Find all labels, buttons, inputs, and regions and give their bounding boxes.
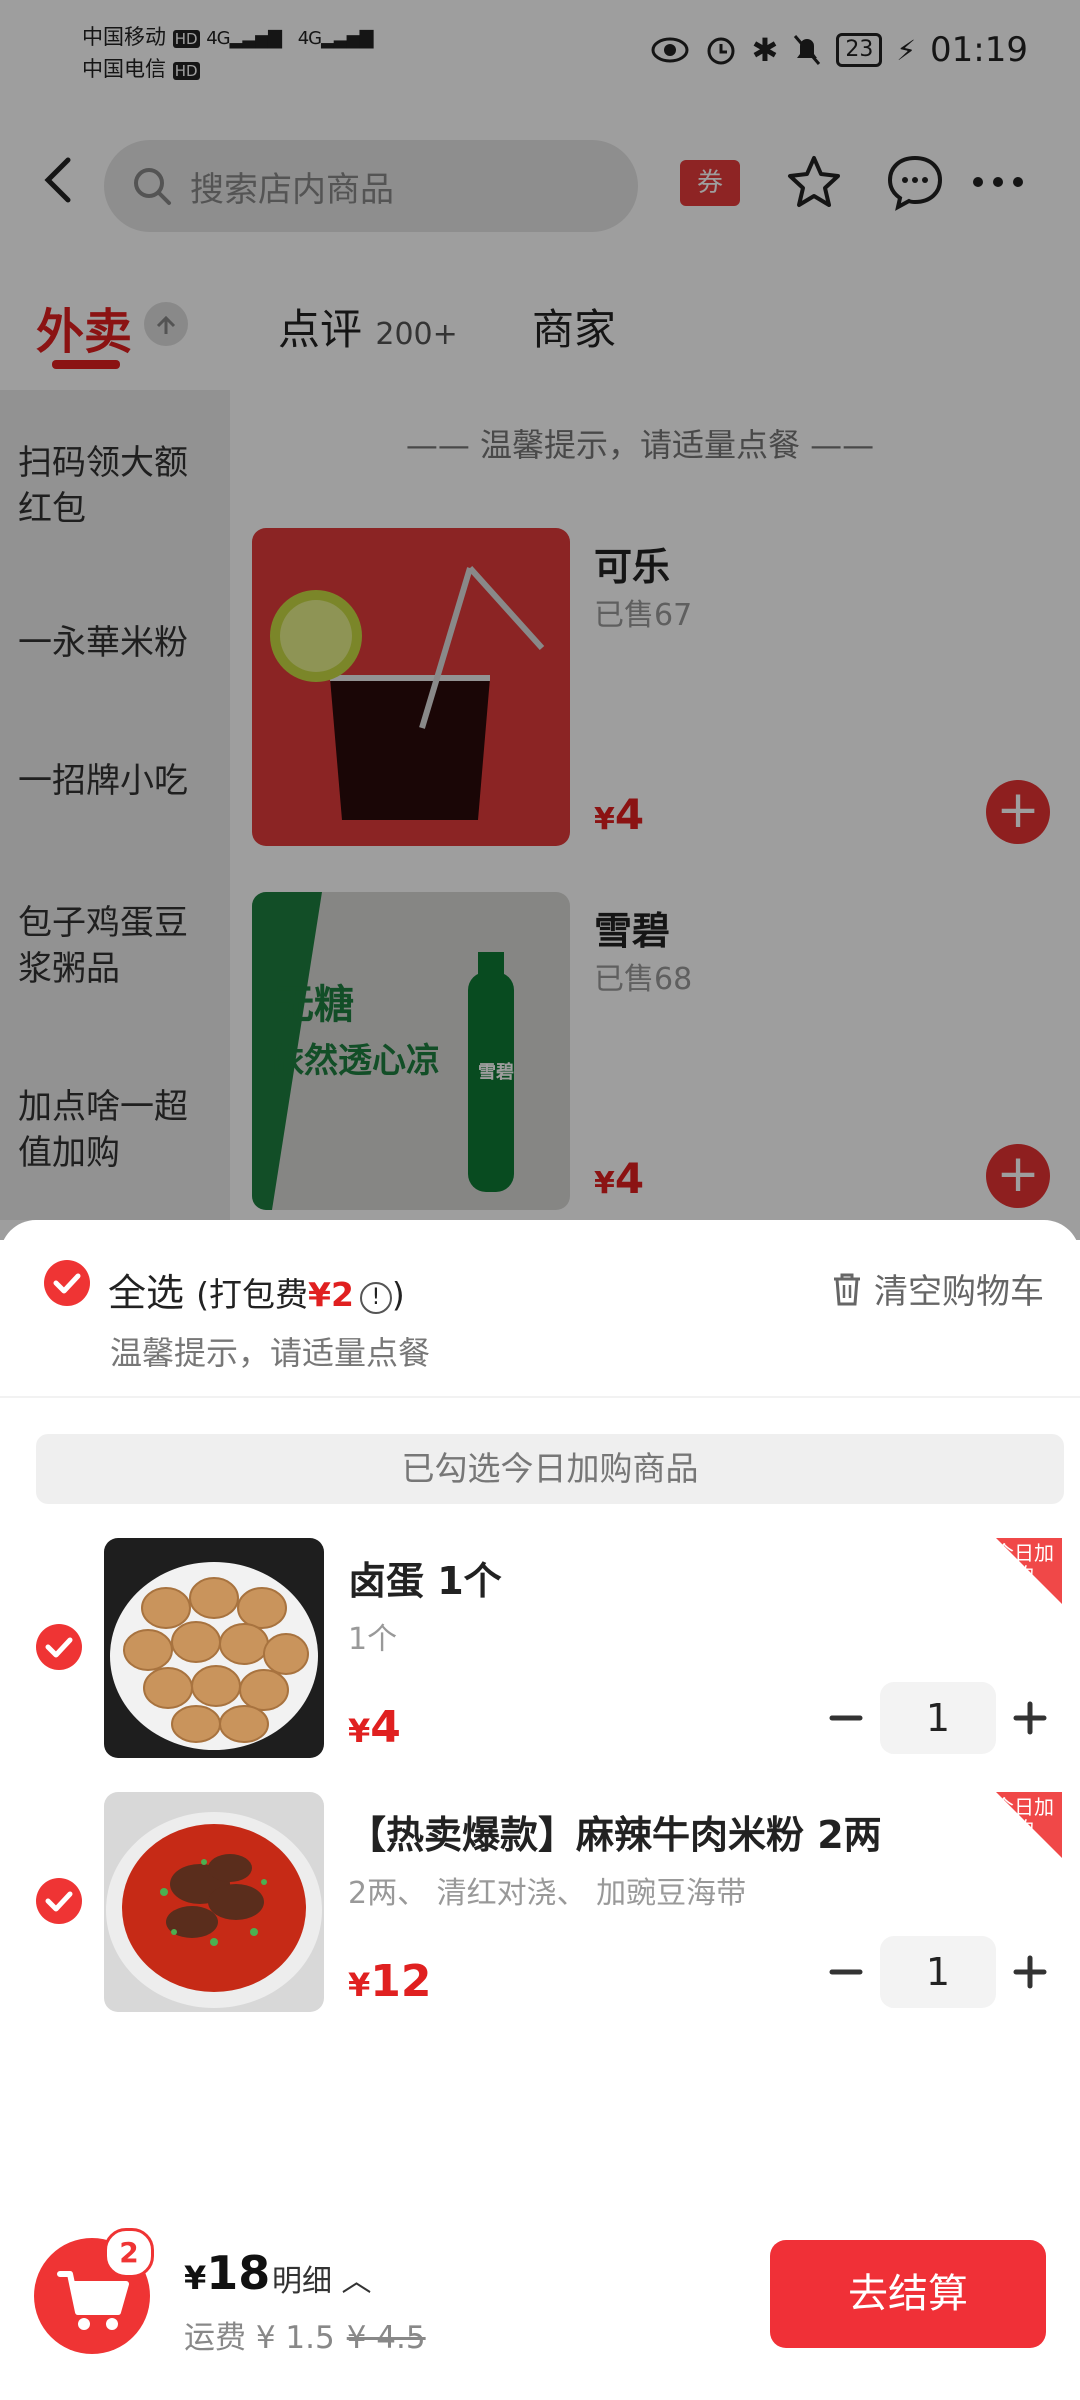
quantity-value[interactable]: 1 [880, 1682, 996, 1754]
select-all-label: 全选 (打包费¥2!) [108, 1271, 405, 1315]
trash-icon [834, 1273, 860, 1305]
cart-item: 【热卖爆款】麻辣牛肉米粉 2两 2两、 清红对浇、 加豌豆海带 ¥12 1 今日… [0, 1792, 1080, 2022]
cart-tip: 温馨提示，请适量点餐 [110, 1334, 431, 1372]
group-header: 已勾选今日加购商品 [36, 1434, 1064, 1504]
item-name: 卤蛋 1个 [348, 1559, 502, 1603]
increase-button[interactable] [1000, 1688, 1060, 1748]
detail-toggle[interactable]: 明细 ︿ [272, 2256, 372, 2300]
increase-button[interactable] [1000, 1942, 1060, 2002]
select-all-checkbox[interactable] [44, 1260, 90, 1306]
original-delivery-fee: ¥ 4.5 [346, 2320, 426, 2356]
clear-cart-button[interactable]: 清空购物车 [830, 1264, 1044, 1313]
info-icon[interactable]: ! [359, 1282, 392, 1314]
braised-egg-image [104, 1538, 324, 1758]
dim-overlay[interactable] [0, 0, 1080, 1240]
cart-item: 卤蛋 1个 1个 ¥4 1 今日加购 [0, 1538, 1080, 1768]
item-spec: 1个 [348, 1622, 398, 1657]
cart-count-badge: 2 [104, 2228, 154, 2278]
divider [0, 1396, 1080, 1398]
badge-text: 今日加购 [994, 1795, 1054, 1841]
total-price: ¥18 [184, 2246, 271, 2300]
item-price: ¥12 [348, 1956, 432, 2007]
beef-noodle-image [104, 1792, 324, 2012]
delivery-fee: 运费 ¥ 1.5 ¥ 4.5 [184, 2320, 426, 2356]
decrease-button[interactable] [816, 1688, 876, 1748]
item-spec: 2两、 清红对浇、 加豌豆海带 [348, 1876, 747, 1911]
checkout-button[interactable]: 去结算 [770, 2240, 1046, 2348]
badge-text: 今日加购 [994, 1541, 1054, 1587]
item-name: 【热卖爆款】麻辣牛肉米粉 2两 [348, 1813, 882, 1857]
decrease-button[interactable] [816, 1942, 876, 2002]
item-price: ¥4 [348, 1702, 401, 1753]
cart-sheet: 全选 (打包费¥2!) 清空购物车 温馨提示，请适量点餐 已勾选今日加购商品 卤… [0, 1220, 1080, 2400]
item-checkbox[interactable] [36, 1624, 82, 1670]
quantity-value[interactable]: 1 [880, 1936, 996, 2008]
item-checkbox[interactable] [36, 1878, 82, 1924]
